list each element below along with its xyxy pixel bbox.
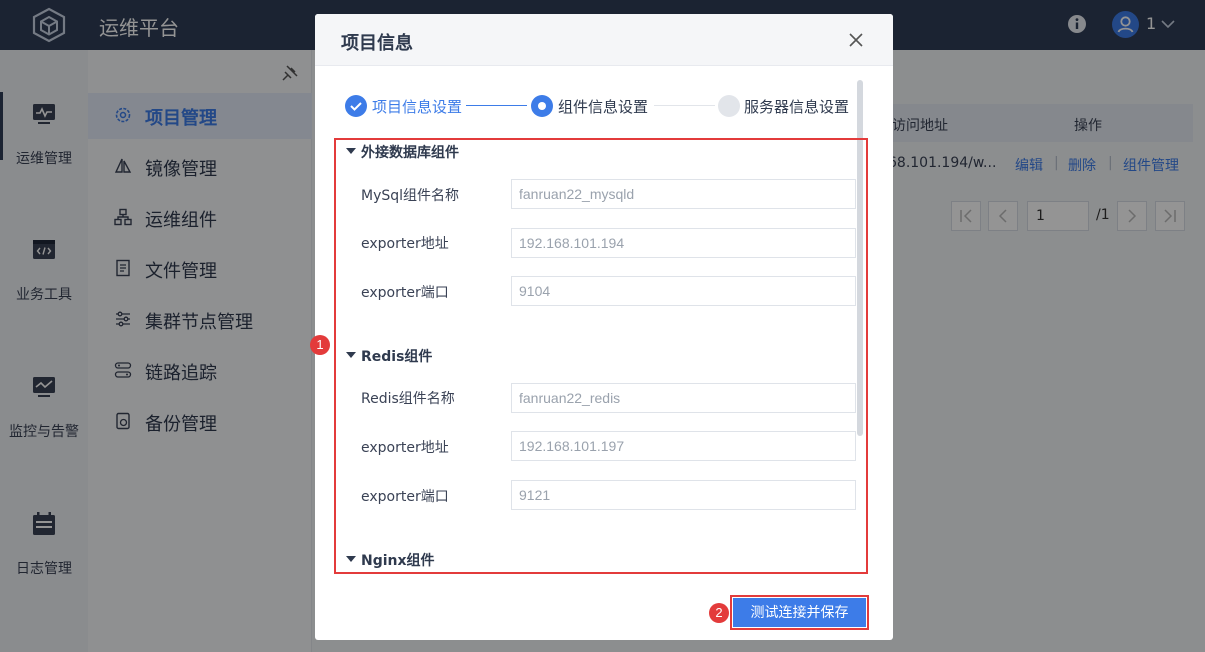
annotation-badge-2: 2 xyxy=(709,603,729,623)
test-and-save-button[interactable]: 测试连接并保存 xyxy=(730,595,869,630)
dot-icon xyxy=(538,102,546,110)
step-indicator: 项目信息设置 组件信息设置 服务器信息设置 xyxy=(345,92,855,120)
step-connector xyxy=(466,105,527,106)
check-icon xyxy=(350,102,362,111)
step-pending-icon xyxy=(718,95,740,117)
annotation-badge-1: 1 xyxy=(310,335,330,355)
step-3-label: 服务器信息设置 xyxy=(744,98,850,116)
dialog-title: 项目信息 xyxy=(341,33,413,54)
step-1-label: 项目信息设置 xyxy=(372,98,463,116)
close-icon[interactable] xyxy=(846,30,866,50)
dialog-header: 项目信息 xyxy=(315,14,893,66)
step-2-label: 组件信息设置 xyxy=(558,98,649,116)
highlight-box xyxy=(334,138,868,574)
step-done-icon xyxy=(345,95,367,117)
step-connector xyxy=(654,105,715,106)
step-current-icon xyxy=(531,95,553,117)
